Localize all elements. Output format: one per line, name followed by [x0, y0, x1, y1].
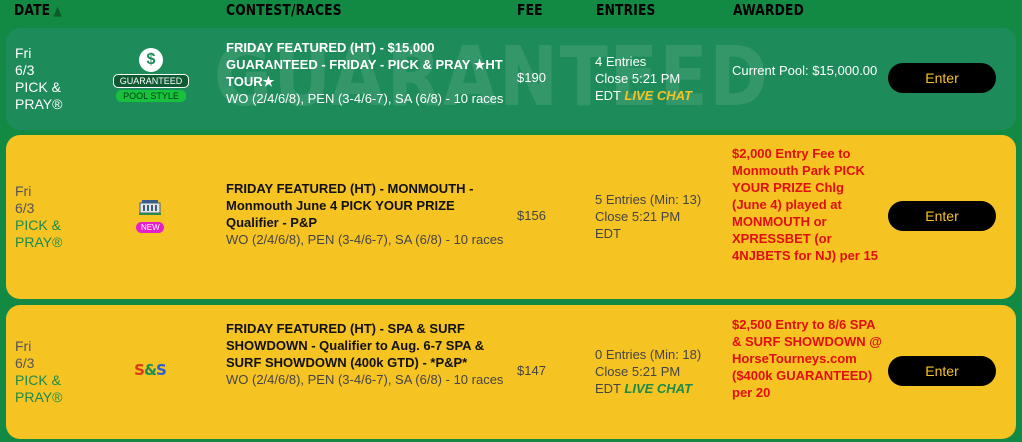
pool-style-badge: POOL STYLE — [116, 90, 186, 102]
row-date-value: 6/3 — [15, 355, 35, 371]
guaranteed-badge: GUARANTEED — [113, 74, 189, 88]
contest-type-icon: $ GUARANTEED POOL STYLE — [109, 48, 193, 102]
fee-column-header: FEE — [517, 1, 543, 19]
triangle-up-icon[interactable]: ▲ — [54, 4, 62, 19]
row-date: Fri 6/3 PICK & PRAY® — [15, 45, 75, 113]
timezone: EDT — [595, 381, 621, 396]
timezone: EDT — [595, 226, 621, 241]
contest-title: FRIDAY FEATURED (HT) - SPA & SURF SHOWDO… — [226, 321, 485, 370]
table-header: DATE ▲ CONTEST/RACES FEE ENTRIES AWARDED — [0, 0, 1022, 26]
row-date-value: 6/3 — [15, 200, 35, 216]
date-header-label: DATE — [14, 1, 51, 19]
awarded-prize: Current Pool: $15,000.00 — [732, 63, 878, 78]
entry-count: 5 Entries (Min: 13) — [595, 192, 702, 207]
table-row[interactable]: Fri 6/3 PICK & PRAY® NEW FRIDAY FEATURED… — [6, 135, 1016, 299]
contest-info: FRIDAY FEATURED (HT) - $15,000 GUARANTEE… — [226, 39, 508, 107]
entry-fee: $147 — [517, 363, 546, 378]
entries-info: 0 Entries (Min: 18) Close 5:21 PM EDT LI… — [595, 346, 725, 397]
awarded-prize: $2,500 Entry to 8/6 SPA & SURF SHOWDOWN … — [732, 317, 882, 400]
entry-count: 4 Entries — [595, 54, 647, 69]
enter-button[interactable]: Enter — [888, 63, 996, 93]
contest-title: FRIDAY FEATURED (HT) - $15,000 GUARANTEE… — [226, 40, 503, 89]
contest-info: FRIDAY FEATURED (HT) - SPA & SURF SHOWDO… — [226, 320, 508, 388]
enter-button[interactable]: Enter — [888, 356, 996, 386]
enter-button[interactable]: Enter — [888, 201, 996, 231]
row-brand: PICK & PRAY® — [15, 372, 63, 405]
date-column-header[interactable]: DATE ▲ — [14, 1, 62, 19]
timezone: EDT — [595, 88, 621, 103]
row-day: Fri — [15, 183, 32, 199]
contest-races: WO (2/4/6/8), PEN (3-4/6-7), SA (6/8) - … — [226, 232, 504, 247]
entry-fee: $156 — [517, 208, 546, 223]
row-day: Fri — [15, 338, 32, 354]
awarded-column-header: AWARDED — [733, 1, 804, 19]
entry-fee: $190 — [517, 70, 546, 85]
close-time: Close 5:21 PM — [595, 364, 681, 379]
awarded-prize: $2,000 Entry Fee to Monmouth Park PICK Y… — [732, 146, 878, 263]
table-row[interactable]: Fri 6/3 PICK & PRAY® S&S FRIDAY FEATURED… — [6, 305, 1016, 439]
row-date: Fri 6/3 PICK & PRAY® — [15, 183, 75, 251]
live-chat-link[interactable]: LIVE CHAT — [624, 88, 692, 103]
table-row[interactable]: GUARANTEED Fri 6/3 PICK & PRAY® $ GUARAN… — [6, 28, 1016, 130]
row-brand: PICK & PRAY® — [15, 217, 63, 250]
contest-races: WO (2/4/6/8), PEN (3-4/6-7), SA (6/8) - … — [226, 91, 504, 106]
dollar-icon: $ — [139, 48, 163, 72]
monmouth-logo-icon — [139, 200, 161, 215]
row-brand: PICK & PRAY® — [15, 79, 63, 112]
contest-column-header: CONTEST/RACES — [226, 1, 342, 19]
row-day: Fri — [15, 45, 32, 61]
contest-races: WO (2/4/6/8), PEN (3-4/6-7), SA (6/8) - … — [226, 372, 504, 387]
contest-info: FRIDAY FEATURED (HT) - MONMOUTH - Monmou… — [226, 180, 508, 248]
close-time: Close 5:21 PM — [595, 71, 681, 86]
row-date: Fri 6/3 PICK & PRAY® — [15, 338, 75, 406]
new-badge: NEW — [136, 222, 164, 233]
close-time: Close 5:21 PM — [595, 209, 681, 224]
entry-count: 0 Entries (Min: 18) — [595, 347, 702, 362]
entries-column-header: ENTRIES — [596, 1, 656, 19]
entries-info: 4 Entries Close 5:21 PM EDT LIVE CHAT — [595, 53, 725, 104]
spa-surf-logo-icon: S&S — [134, 361, 167, 379]
row-date-value: 6/3 — [15, 62, 35, 78]
entries-info: 5 Entries (Min: 13) Close 5:21 PM EDT — [595, 191, 725, 242]
contest-type-icon: S&S — [124, 361, 176, 380]
contest-title: FRIDAY FEATURED (HT) - MONMOUTH - Monmou… — [226, 181, 474, 230]
live-chat-link[interactable]: LIVE CHAT — [624, 381, 692, 396]
contest-type-icon: NEW — [130, 197, 170, 233]
